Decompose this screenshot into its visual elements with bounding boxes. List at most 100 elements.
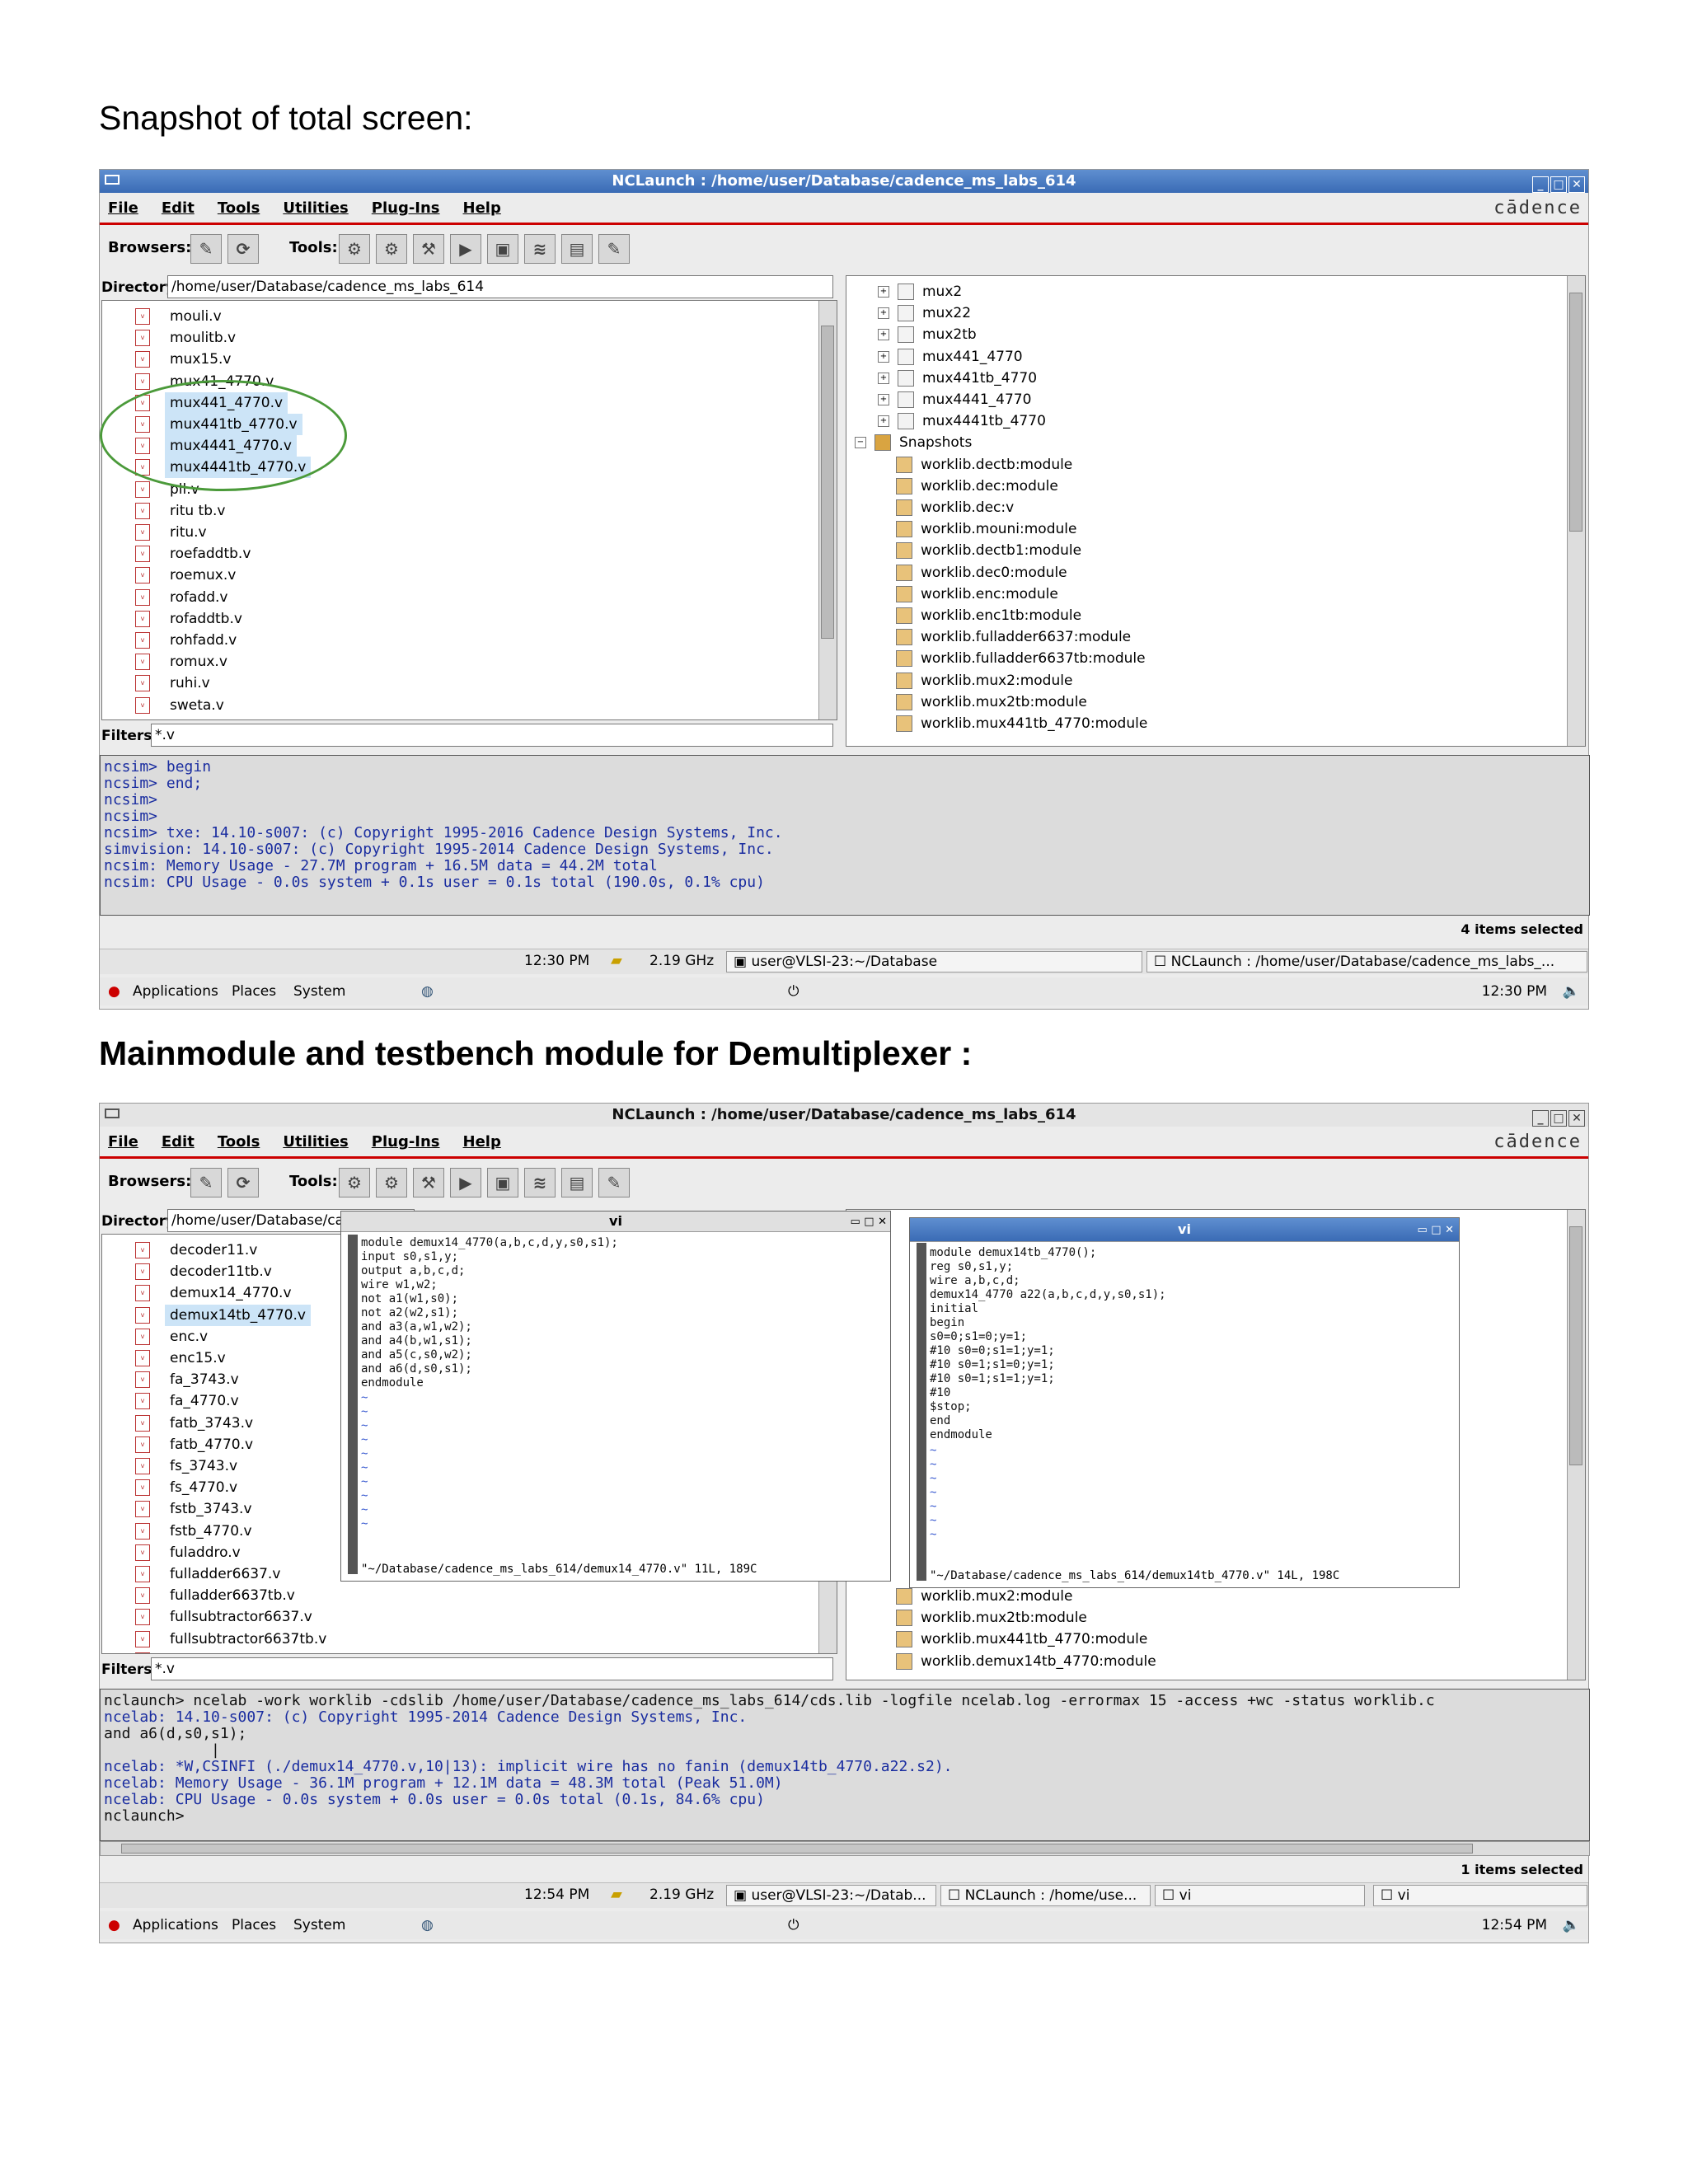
network-icon[interactable]: ◍ <box>421 1911 434 1939</box>
library-tree[interactable]: + mux2 + mux22 + mux2tb + mux441_4770 + mux441tb_… <box>846 275 1586 747</box>
file-item[interactable]: fatb_4770.v <box>165 1434 258 1455</box>
maximize-icon[interactable]: □ <box>1550 176 1567 193</box>
task-vi-2[interactable]: ☐ vi <box>1373 1885 1587 1906</box>
task-nclaunch[interactable]: ☐ NCLaunch : /home/user/Database/cadence… <box>1146 951 1587 972</box>
vi-title-bar[interactable]: vi ▭ □ ✕ <box>341 1212 890 1232</box>
elaborate-icon[interactable]: ⚒ <box>413 1168 444 1197</box>
collapse-icon[interactable]: − <box>855 437 866 449</box>
file-item[interactable]: enc.v <box>165 1326 213 1347</box>
file-item[interactable]: fa_4770.v <box>165 1390 244 1412</box>
elaborate-icon[interactable]: ⚒ <box>413 234 444 264</box>
library-item[interactable]: + mux441tb_4770 <box>878 368 1037 389</box>
filters-field[interactable]: *.v <box>151 1657 833 1680</box>
file-item[interactable]: fullsubtractor6637tb.v <box>165 1629 331 1650</box>
snapshot-item[interactable]: worklib.mux2tb:module <box>896 691 1087 713</box>
vi-title-bar[interactable]: vi ▭ □ ✕ <box>910 1218 1459 1242</box>
menu-edit[interactable]: Edit <box>162 1128 195 1156</box>
file-item[interactable]: decoder11tb.v <box>165 1261 277 1282</box>
network-icon[interactable]: ◍ <box>421 977 434 1005</box>
close-icon[interactable]: ✕ <box>1568 1110 1585 1127</box>
simulate-icon[interactable]: ▶ <box>450 234 481 264</box>
refresh-browser-icon[interactable]: ⟳ <box>227 234 259 264</box>
library-item[interactable]: + mux4441tb_4770 <box>878 410 1046 432</box>
snapshot-item[interactable]: worklib.mux441tb_4770:module <box>896 713 1147 734</box>
file-item[interactable]: fstb_4770.v <box>165 1521 257 1542</box>
refresh-browser-icon[interactable]: ⟳ <box>227 1168 259 1197</box>
snapshots-folder[interactable]: − Snapshots <box>855 432 972 453</box>
expand-icon[interactable]: + <box>878 372 889 384</box>
vi-code-testbench[interactable]: module demux14tb_4770(); reg s0,s1,y; wi… <box>930 1246 1166 1442</box>
file-item[interactable]: rofadd.v <box>165 587 232 608</box>
console-output[interactable]: ncsim> begin ncsim> end; ncsim> ncsim> ncsim… <box>100 755 1590 916</box>
menu-plugins[interactable]: Plug-Ins <box>372 194 440 223</box>
file-item[interactable]: fa_3743.v <box>165 1369 244 1390</box>
window-menu-icon[interactable] <box>105 1108 120 1118</box>
verilog-compile-icon[interactable]: ⚙ <box>339 1168 370 1197</box>
library-item[interactable]: + mux2 <box>878 281 962 302</box>
snapshot-item[interactable]: worklib.dectb:module <box>896 454 1072 476</box>
snapshot-item[interactable]: worklib.dec:module <box>896 476 1058 497</box>
minimize-icon[interactable]: _ <box>1532 1110 1549 1127</box>
file-item[interactable]: fulladder6637.v <box>165 1563 285 1585</box>
scroll-thumb[interactable] <box>821 326 834 639</box>
task-nclaunch[interactable]: ☐ NCLaunch : /home/use... <box>940 1885 1151 1906</box>
console-output[interactable]: nclaunch> ncelab -work worklib -cdslib /… <box>100 1689 1590 1841</box>
menu-plugins[interactable]: Plug-Ins <box>372 1128 440 1156</box>
file-item[interactable]: fulladder6637tb.v <box>165 1585 300 1606</box>
file-item[interactable]: decoder11.v <box>165 1240 262 1261</box>
vi-window-buttons[interactable]: ▭ □ ✕ <box>850 1212 887 1232</box>
menu-file[interactable]: File <box>108 194 138 223</box>
file-item[interactable]: mux15.v <box>165 349 237 370</box>
file-item[interactable]: ha_4770.v <box>165 1650 247 1653</box>
file-item[interactable]: rofaddtb.v <box>165 608 247 630</box>
file-item[interactable]: fullsubtractor6637.v <box>165 1606 317 1628</box>
filters-field[interactable]: *.v <box>151 724 833 747</box>
scroll-thumb[interactable] <box>1569 293 1582 532</box>
vi-code-main[interactable]: module demux14_4770(a,b,c,d,y,s0,s1); in… <box>361 1236 618 1390</box>
expand-icon[interactable]: + <box>878 350 889 363</box>
volume-icon[interactable]: 🔈 <box>1563 977 1580 1005</box>
file-item[interactable]: ritu tb.v <box>165 500 230 522</box>
snapshot-item[interactable]: worklib.dec:v <box>896 497 1014 518</box>
file-item[interactable]: roefaddtb.v <box>165 543 256 565</box>
system-menu[interactable]: System <box>293 977 345 1005</box>
tree-scrollbar[interactable] <box>1567 1210 1585 1680</box>
file-item[interactable]: moulitb.v <box>165 327 241 349</box>
window-title-bar[interactable]: NCLaunch : /home/user/Database/cadence_m… <box>100 170 1588 193</box>
directory-field[interactable]: /home/user/Database/cadence_ms_labs_614 <box>167 275 833 298</box>
scroll-thumb[interactable] <box>1569 1226 1582 1465</box>
console-hscroll[interactable] <box>100 1841 1590 1856</box>
edit-browser-icon[interactable]: ✎ <box>190 1168 222 1197</box>
run-icon[interactable]: ▣ <box>487 1168 518 1197</box>
applications-menu[interactable]: Applications <box>133 977 218 1005</box>
file-item[interactable]: fs_4770.v <box>165 1477 242 1498</box>
file-item[interactable]: ruhi.v <box>165 673 215 694</box>
power-icon[interactable]: ⏻ <box>788 977 799 1005</box>
library-item[interactable]: + mux4441_4770 <box>878 389 1031 410</box>
snapshot-item[interactable]: worklib.mux2:module <box>896 670 1072 691</box>
file-item[interactable]: fs_3743.v <box>165 1455 242 1477</box>
snapshot-item[interactable]: worklib.mux2:module <box>896 1586 1072 1607</box>
snapshot-item[interactable]: worklib.demux14tb_4770:module <box>896 1651 1156 1672</box>
task-terminal[interactable]: ▣ user@VLSI-23:~/Datab... <box>726 1885 936 1906</box>
menu-tools[interactable]: Tools <box>218 1128 260 1156</box>
places-menu[interactable]: Places <box>232 977 276 1005</box>
volume-icon[interactable]: 🔈 <box>1563 1911 1580 1939</box>
minimize-icon[interactable]: _ <box>1532 176 1549 193</box>
vi-window-testbench[interactable]: vi ▭ □ ✕ module demux14tb_4770(); reg s0… <box>909 1217 1460 1588</box>
window-title-bar[interactable]: NCLaunch : /home/user/Database/cadence_m… <box>100 1104 1588 1127</box>
menu-tools[interactable]: Tools <box>218 194 260 223</box>
file-item[interactable]: romux.v <box>165 651 232 673</box>
snapshot-item[interactable]: worklib.mouni:module <box>896 518 1076 540</box>
expand-icon[interactable]: + <box>878 415 889 428</box>
close-icon[interactable]: ✕ <box>1568 176 1585 193</box>
snapshot-item[interactable]: worklib.fulladder6637:module <box>896 626 1131 648</box>
snapshot-item[interactable]: worklib.mux2tb:module <box>896 1607 1087 1629</box>
snapshot-item[interactable]: worklib.dec0:module <box>896 562 1067 583</box>
run-icon[interactable]: ▣ <box>487 234 518 264</box>
hscroll-thumb[interactable] <box>121 1844 1473 1854</box>
window-menu-icon[interactable] <box>105 175 120 185</box>
file-item[interactable]: fatb_3743.v <box>165 1413 258 1434</box>
file-item[interactable]: ritu.v <box>165 522 212 543</box>
power-icon[interactable]: ⏻ <box>788 1911 799 1939</box>
